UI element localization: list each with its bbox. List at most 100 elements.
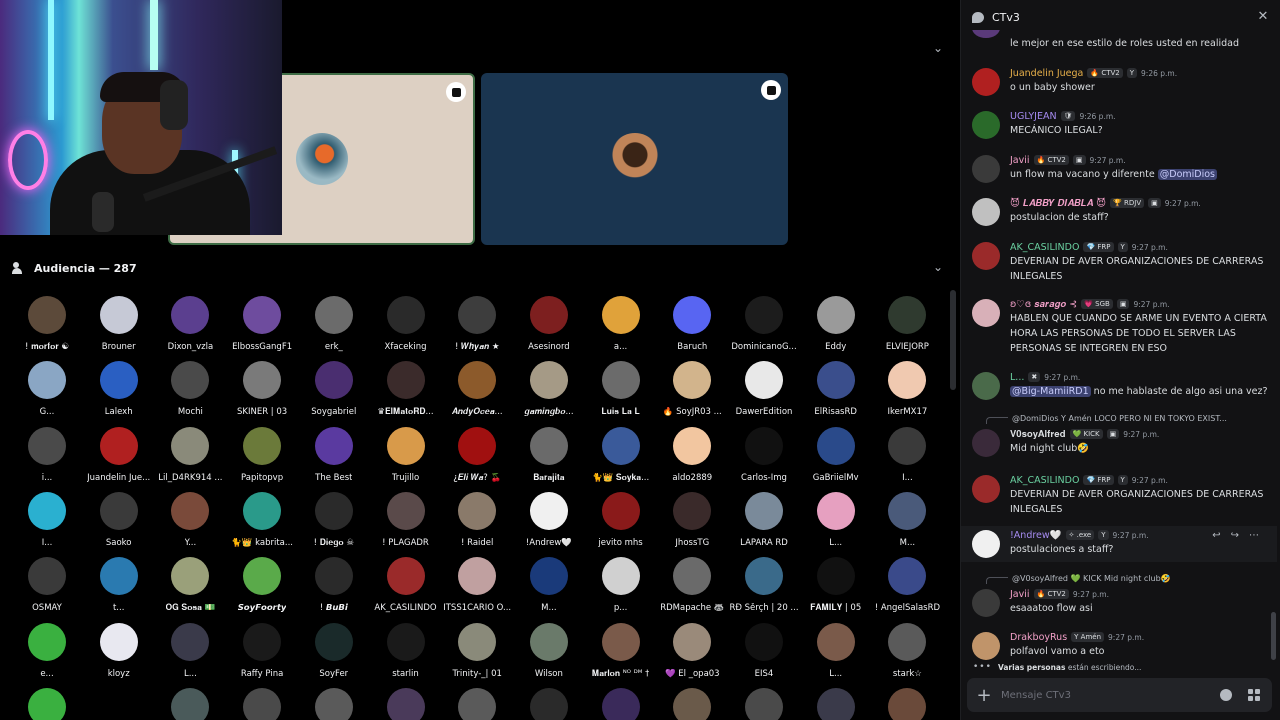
- audience-member[interactable]: ! AngelSalasRD: [871, 557, 943, 617]
- chat-message[interactable]: @V0soyAlfred 💚 KICK Mid night club🤣 Javii…: [961, 571, 1277, 619]
- audience-member[interactable]: stark☆: [871, 622, 943, 683]
- author-name[interactable]: ʚ♡ɞ 𝒔𝒂𝒓𝒂𝒈𝒐 ⊰: [1010, 299, 1077, 310]
- author-avatar[interactable]: [972, 198, 1000, 226]
- audience-member[interactable]: Trinity-_| 01: [441, 622, 513, 683]
- audience-member[interactable]: ♛𝐄𝐥𝐌𝐚𝐭𝐨𝐑𝐃...: [370, 361, 442, 421]
- author-avatar[interactable]: [972, 155, 1000, 183]
- audience-member[interactable]: Eddy: [800, 296, 872, 356]
- audience-member[interactable]: t...: [83, 557, 155, 617]
- audience-member[interactable]: M...: [513, 557, 585, 617]
- audience-member[interactable]: aldo2889: [656, 426, 728, 487]
- audience-member[interactable]: [800, 687, 872, 720]
- audience-member[interactable]: DominicanoG...: [728, 296, 800, 356]
- audience-member[interactable]: ! 𝐦𝐨𝐫𝐟𝐨𝐫 ☯: [11, 296, 83, 356]
- collapse-audience-chevron-icon[interactable]: ⌄: [930, 259, 946, 275]
- author-avatar[interactable]: [972, 242, 1000, 270]
- chat-message[interactable]: AK_CASILINDO 💎 FRP Y 9:27 p.m. DEVERIAN DE A…: [961, 471, 1277, 521]
- audience-member[interactable]: Mochi: [154, 361, 226, 421]
- audience-member[interactable]: Baruch: [656, 296, 728, 356]
- audience-member[interactable]: The Best: [298, 426, 370, 487]
- audience-member[interactable]: I...: [871, 426, 943, 487]
- chat-message[interactable]: le mejor en ese estilo de roles usted en…: [961, 30, 1277, 56]
- audience-member[interactable]: AK_CASILINDO: [370, 557, 442, 617]
- audience-member[interactable]: Wilson: [513, 622, 585, 683]
- audience-member[interactable]: 𝐋𝐮𝐢𝐬 𝐋𝐚 𝐋: [585, 361, 657, 421]
- audience-member[interactable]: [513, 687, 585, 720]
- audience-member[interactable]: [298, 687, 370, 720]
- emoji-icon[interactable]: [1220, 689, 1232, 701]
- audience-member[interactable]: 🐈👑 kabrita...: [226, 491, 298, 552]
- chat-message[interactable]: @DomiDios Y Amén LOCO PERO NI EN TOKYO E…: [961, 411, 1277, 459]
- chat-message[interactable]: L... ✖ 9:27 p.m. @Big-MamiiRD1 no me hablas…: [961, 368, 1277, 406]
- audience-member[interactable]: 💜 El _opa03: [656, 622, 728, 683]
- audience-member[interactable]: 𝐅𝐀𝐌𝐈𝐋𝐘 | 05: [800, 557, 872, 617]
- audience-member[interactable]: e...: [11, 622, 83, 683]
- audience-member[interactable]: p...: [585, 557, 657, 617]
- audience-member[interactable]: jevito mhs: [585, 491, 657, 552]
- audience-member[interactable]: 𝑨𝒏𝒅𝒚𝑶𝒄𝒆𝒂...: [441, 361, 513, 421]
- audience-member[interactable]: SKINER | 03: [226, 361, 298, 421]
- author-name[interactable]: Juandelin Juega: [1010, 68, 1083, 79]
- audience-member[interactable]: 🔥 SoyJR03 ...: [656, 361, 728, 421]
- audience-member[interactable]: GaBriielMv: [800, 426, 872, 487]
- audience-member[interactable]: 𝐎𝐆 𝐒𝐨𝐬𝐚 💵: [154, 557, 226, 617]
- chat-message[interactable]: Juandelin Juega 🔥 CTV2 Y 9:26 p.m. o un baby…: [961, 64, 1277, 102]
- audience-member[interactable]: [441, 687, 513, 720]
- author-name[interactable]: UGLYJEAN: [1010, 111, 1057, 122]
- audience-member[interactable]: ! 𝑾𝒉𝒚𝒂𝒏 ★: [441, 296, 513, 356]
- audience-member[interactable]: !Andrew🤍: [513, 491, 585, 552]
- audience-member[interactable]: G...: [11, 361, 83, 421]
- audience-member[interactable]: ! 𝐃𝐢𝐞𝐠𝐨 ☠: [298, 491, 370, 552]
- audience-member[interactable]: [871, 687, 943, 720]
- audience-member[interactable]: Lalexh: [83, 361, 155, 421]
- audience-member[interactable]: M...: [871, 491, 943, 552]
- author-avatar[interactable]: [972, 429, 1000, 457]
- author-avatar[interactable]: [972, 372, 1000, 400]
- collapse-speakers-chevron-icon[interactable]: ⌄: [930, 40, 946, 56]
- audience-member[interactable]: 🐈👑 𝐒𝐨𝐲𝐤𝐚...: [585, 426, 657, 487]
- audience-member[interactable]: Asesinord: [513, 296, 585, 356]
- chat-message[interactable]: AK_CASILINDO 💎 FRP Y 9:27 p.m. DEVERIAN DE A…: [961, 238, 1277, 288]
- audience-member[interactable]: [154, 687, 226, 720]
- chat-message[interactable]: UGLYJEAN 🛡 9:26 p.m. MECÁNICO ILEGAL?: [961, 107, 1277, 145]
- author-name[interactable]: L...: [1010, 372, 1024, 383]
- audience-member[interactable]: [728, 687, 800, 720]
- audience-member[interactable]: [11, 687, 83, 720]
- audience-member[interactable]: erk_: [298, 296, 370, 356]
- chat-message[interactable]: 😈 𝑳𝑨𝑩𝑩𝒀 𝑫𝑰𝑨𝑩𝑳𝑨 😈 🏆 RDJV ▣ 9:27 p.m. postulac…: [961, 194, 1277, 232]
- author-name[interactable]: Javii: [1010, 155, 1030, 166]
- audience-member[interactable]: 𝐁𝐚𝐫𝐚𝐣𝐢𝐭𝐚: [513, 426, 585, 487]
- audience-member[interactable]: OSMAY: [11, 557, 83, 617]
- audience-member[interactable]: Y...: [154, 491, 226, 552]
- audience-member[interactable]: ! PLAGADR: [370, 491, 442, 552]
- audience-member[interactable]: Soygabriel: [298, 361, 370, 421]
- audience-member[interactable]: L...: [800, 491, 872, 552]
- stage-scrollbar[interactable]: [950, 290, 956, 390]
- author-avatar[interactable]: [972, 111, 1000, 139]
- close-icon[interactable]: ✕: [1256, 10, 1270, 24]
- author-name[interactable]: 𝐕𝟎𝐬𝐨𝐲𝐀𝐥𝐟𝐫𝐞𝐝: [1010, 429, 1066, 440]
- author-name[interactable]: !Andrew🤍: [1010, 530, 1062, 541]
- audience-member[interactable]: Saoko: [83, 491, 155, 552]
- audience-member[interactable]: [370, 687, 442, 720]
- audience-member[interactable]: ELVIEJORP: [871, 296, 943, 356]
- audience-member[interactable]: a...: [585, 296, 657, 356]
- audience-member[interactable]: starlin: [370, 622, 442, 683]
- author-name[interactable]: Javii: [1010, 589, 1030, 600]
- author-avatar[interactable]: [972, 475, 1000, 503]
- audience-member[interactable]: ! 𝘽𝙪𝘽𝙞: [298, 557, 370, 617]
- forward-icon[interactable]: ↪: [1231, 530, 1239, 541]
- user-mention[interactable]: @DomiDios: [1157, 169, 1217, 180]
- add-attachment-plus-icon[interactable]: +: [967, 685, 1001, 706]
- more-icon[interactable]: ⋯: [1249, 530, 1259, 541]
- author-name[interactable]: AK_CASILINDO: [1010, 475, 1079, 486]
- audience-member[interactable]: IkerMX17: [871, 361, 943, 421]
- audience-member[interactable]: I...: [11, 491, 83, 552]
- audience-member[interactable]: 𝒈𝒂𝒎𝒊𝒏𝒈𝒃𝒐...: [513, 361, 585, 421]
- audience-member[interactable]: RĐ Šěrçh | 20 ...: [728, 557, 800, 617]
- audience-member[interactable]: Juandelin Jue...: [83, 426, 155, 487]
- author-avatar[interactable]: [972, 632, 1000, 660]
- audience-member[interactable]: [656, 687, 728, 720]
- audience-member[interactable]: Carlos-Img: [728, 426, 800, 487]
- chat-message[interactable]: ʚ♡ɞ 𝒔𝒂𝒓𝒂𝒈𝒐 ⊰ 💗 SGB ▣ 9:27 p.m. HABLEN QUE CU…: [961, 295, 1277, 361]
